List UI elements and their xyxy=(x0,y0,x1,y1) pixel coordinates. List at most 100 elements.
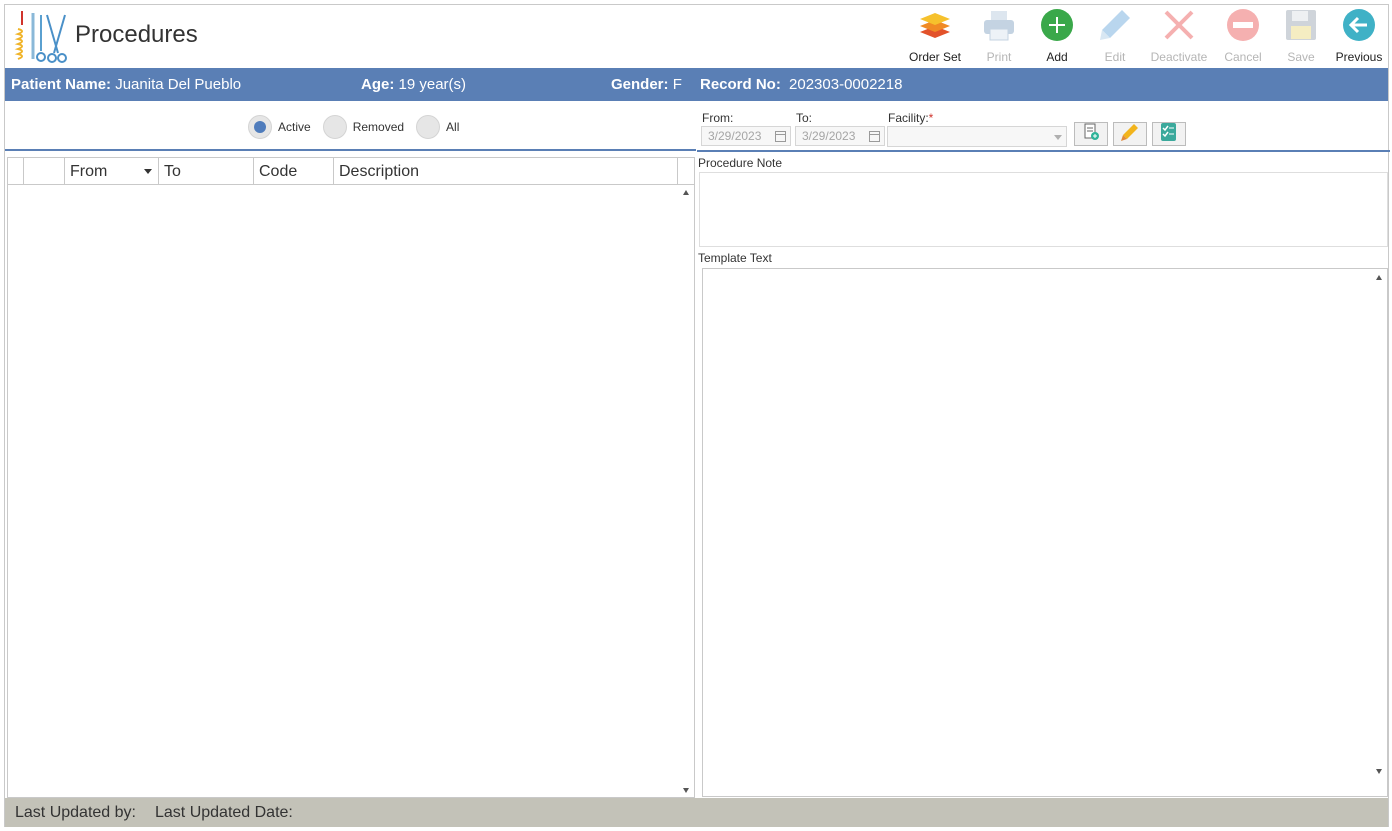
previous-button[interactable]: Previous xyxy=(1330,5,1388,68)
from-date-field[interactable]: 3/29/2023 xyxy=(701,126,791,146)
column-header-to[interactable]: To xyxy=(159,158,254,185)
deactivate-button[interactable]: Deactivate xyxy=(1144,5,1214,68)
from-date-value: 3/29/2023 xyxy=(708,129,762,143)
procedure-note-field[interactable] xyxy=(699,172,1388,247)
calendar-icon[interactable] xyxy=(775,131,786,142)
column-header-select[interactable] xyxy=(24,158,65,185)
procedures-list-panel: Active Removed All From To Code Descript… xyxy=(5,101,696,798)
column-code-label: Code xyxy=(259,162,298,180)
scroll-down-button[interactable] xyxy=(678,783,694,797)
patient-name-value: Juanita Del Pueblo xyxy=(115,76,242,93)
toolbar: Order Set Print Add Edit Deactivate Canc… xyxy=(900,5,1388,68)
status-footer: Last Updated by: Last Updated Date: xyxy=(5,798,1388,827)
page-title: Procedures xyxy=(75,21,198,48)
column-description-label: Description xyxy=(339,162,420,180)
divider xyxy=(697,150,1390,152)
deactivate-label: Deactivate xyxy=(1150,50,1208,64)
patient-gender-label: Gender: xyxy=(611,76,669,93)
template-text-field[interactable] xyxy=(702,268,1388,797)
to-date-label: To: xyxy=(796,111,813,125)
patient-gender-value: F xyxy=(672,76,682,93)
procedure-detail-panel: From: 3/29/2023 To: 3/29/2023 Facility:* xyxy=(697,101,1390,798)
edit-note-button[interactable] xyxy=(1113,122,1147,146)
facility-label-text: Facility: xyxy=(888,111,929,125)
filter-removed-label: Removed xyxy=(352,120,405,134)
plus-circle-icon xyxy=(1040,8,1074,42)
scroll-up-button[interactable] xyxy=(1371,270,1387,284)
filter-removed[interactable]: Removed xyxy=(322,115,405,139)
patient-info-bar: Patient Name: Juanita Del Pueblo Age: 19… xyxy=(5,68,1388,101)
required-marker: * xyxy=(928,111,934,125)
order-set-label: Order Set xyxy=(908,50,962,64)
patient-name: Patient Name: Juanita Del Pueblo xyxy=(11,76,241,93)
procedures-window: Procedures Order Set Print Add Edit Deac… xyxy=(4,4,1390,827)
edit-button[interactable]: Edit xyxy=(1086,5,1144,68)
x-icon xyxy=(1162,8,1196,42)
arrow-left-circle-icon xyxy=(1342,8,1376,42)
column-header-code[interactable]: Code xyxy=(254,158,334,185)
filter-all-label: All xyxy=(446,120,460,134)
record-number: Record No: 202303-0002218 xyxy=(700,76,902,93)
edit-label: Edit xyxy=(1104,50,1126,64)
last-updated-by-label: Last Updated by: xyxy=(15,804,136,821)
column-from-label: From xyxy=(70,162,108,180)
filter-all[interactable]: All xyxy=(416,115,459,139)
scroll-up-button[interactable] xyxy=(678,185,694,199)
facility-dropdown[interactable] xyxy=(887,126,1067,147)
add-document-icon xyxy=(1082,123,1100,146)
procedure-note-label: Procedure Note xyxy=(698,156,783,170)
patient-age: Age: 19 year(s) xyxy=(361,76,466,93)
calendar-icon[interactable] xyxy=(869,131,880,142)
printer-icon xyxy=(982,8,1016,42)
save-label: Save xyxy=(1287,50,1315,64)
status-filter: Active Removed All xyxy=(248,115,471,139)
floppy-disk-icon xyxy=(1284,8,1318,42)
cancel-button[interactable]: Cancel xyxy=(1214,5,1272,68)
print-button[interactable]: Print xyxy=(970,5,1028,68)
column-to-label: To xyxy=(164,162,181,180)
patient-name-label: Patient Name: xyxy=(11,76,112,93)
to-date-field[interactable]: 3/29/2023 xyxy=(795,126,885,146)
layers-icon xyxy=(918,8,952,42)
add-label: Add xyxy=(1046,50,1068,64)
from-date-label: From: xyxy=(702,111,734,125)
last-updated-date-label: Last Updated Date: xyxy=(155,804,293,821)
grid-header: From To Code Description xyxy=(8,158,694,185)
radio-removed[interactable] xyxy=(322,115,347,139)
filter-active[interactable]: Active xyxy=(248,115,311,139)
add-button[interactable]: Add xyxy=(1028,5,1086,68)
header: Procedures Order Set Print Add Edit Deac… xyxy=(5,5,1388,68)
column-header-indicator xyxy=(8,158,24,185)
pencil-icon xyxy=(1120,122,1140,147)
surgical-instruments-icon xyxy=(13,9,71,65)
divider xyxy=(5,149,696,151)
record-number-value: 202303-0002218 xyxy=(789,76,903,93)
to-date-value: 3/29/2023 xyxy=(802,129,856,143)
sort-descending-icon xyxy=(144,169,152,174)
patient-gender: Gender: F xyxy=(611,76,682,93)
template-scrollbar[interactable] xyxy=(1371,269,1387,796)
record-number-label: Record No: xyxy=(700,76,781,93)
save-button[interactable]: Save xyxy=(1272,5,1330,68)
previous-label: Previous xyxy=(1335,50,1383,64)
procedures-grid: From To Code Description xyxy=(7,157,695,798)
radio-active[interactable] xyxy=(248,115,272,139)
patient-age-value: 19 year(s) xyxy=(398,76,467,93)
scroll-down-button[interactable] xyxy=(1371,764,1387,778)
column-header-description[interactable]: Description xyxy=(334,158,678,185)
template-checklist-button[interactable] xyxy=(1152,122,1186,146)
radio-all[interactable] xyxy=(416,115,441,139)
pencil-icon xyxy=(1098,8,1132,42)
grid-scrollbar[interactable] xyxy=(678,185,694,797)
chevron-down-icon xyxy=(1054,135,1062,140)
order-set-button[interactable]: Order Set xyxy=(900,5,970,68)
minus-circle-icon xyxy=(1226,8,1260,42)
template-text-label: Template Text xyxy=(698,251,772,265)
checklist-icon xyxy=(1159,122,1179,147)
new-note-button[interactable] xyxy=(1074,122,1108,146)
filter-active-label: Active xyxy=(278,120,311,134)
cancel-label: Cancel xyxy=(1224,50,1262,64)
column-header-from[interactable]: From xyxy=(65,158,159,185)
patient-age-label: Age: xyxy=(361,76,395,93)
print-label: Print xyxy=(986,50,1012,64)
